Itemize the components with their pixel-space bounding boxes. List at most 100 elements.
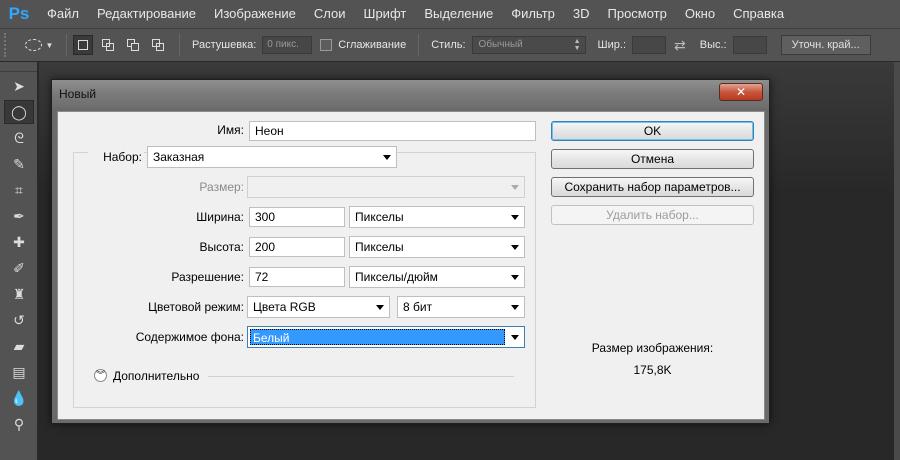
background-contents-select[interactable]: Белый xyxy=(247,326,525,348)
height-input[interactable] xyxy=(732,36,767,54)
intersect-selection-button[interactable] xyxy=(148,35,168,55)
size-label: Размер: xyxy=(199,180,244,194)
subtract-selection-icon xyxy=(127,39,139,51)
add-selection-button[interactable] xyxy=(98,35,118,55)
quick-selection-tool-icon[interactable]: ✎ xyxy=(4,152,34,176)
size-select xyxy=(247,176,525,198)
menu-help[interactable]: Справка xyxy=(724,0,793,28)
style-label: Стиль: xyxy=(431,39,466,51)
menu-file[interactable]: Файл xyxy=(38,0,88,28)
tool-preset-picker[interactable]: ▼ xyxy=(18,33,60,57)
photoshop-logo: Ps xyxy=(8,4,30,23)
menu-select[interactable]: Выделение xyxy=(415,0,502,28)
blur-tool-icon[interactable]: 💧 xyxy=(4,386,34,410)
scrollbar[interactable] xyxy=(894,62,900,460)
dodge-tool-icon[interactable]: ⚲ xyxy=(4,412,34,436)
menu-filter[interactable]: Фильтр xyxy=(502,0,564,28)
name-label: Имя: xyxy=(217,123,244,137)
height-label: Выс.: xyxy=(699,39,727,51)
eraser-tool-icon[interactable]: ▰ xyxy=(4,334,34,358)
menu-bar: Ps Файл Редактирование Изображение Слои … xyxy=(0,0,900,28)
bit-depth-select[interactable]: 8 бит xyxy=(397,296,525,318)
chevron-down-icon xyxy=(383,155,391,160)
bit-depth-value: 8 бит xyxy=(403,300,433,314)
preset-value: Заказная xyxy=(153,150,205,164)
width-input[interactable]: 300 xyxy=(249,207,345,227)
height-input[interactable]: 200 xyxy=(249,237,345,257)
cancel-button[interactable]: Отмена xyxy=(551,149,754,169)
preset-select[interactable]: Заказная xyxy=(147,146,397,168)
new-selection-icon xyxy=(78,40,88,50)
chevron-down-icon xyxy=(511,335,519,340)
lasso-tool-icon[interactable]: ᘓ xyxy=(4,126,34,150)
brush-tool-icon[interactable]: ✐ xyxy=(4,256,34,280)
chevron-down-icon: ▼ xyxy=(45,40,54,50)
crop-tool-icon[interactable]: ⌗ xyxy=(4,178,34,202)
color-mode-label: Цветовой режим: xyxy=(148,300,244,314)
advanced-label[interactable]: Дополнительно xyxy=(113,369,223,383)
menu-3d[interactable]: 3D xyxy=(564,0,599,28)
color-mode-value: Цвета RGB xyxy=(253,300,316,314)
healing-brush-tool-icon[interactable]: ✚ xyxy=(4,230,34,254)
expand-advanced-icon[interactable]: ︾ xyxy=(94,369,107,382)
clone-stamp-tool-icon[interactable]: ♜ xyxy=(4,282,34,306)
dialog-titlebar[interactable]: Новый ✕ xyxy=(52,80,769,108)
resolution-unit-select[interactable]: Пикселы/дюйм xyxy=(349,266,525,288)
chevron-down-icon xyxy=(376,305,384,310)
background-contents-value: Белый xyxy=(250,329,505,345)
eyedropper-tool-icon[interactable]: ✒ xyxy=(4,204,34,228)
add-selection-icon xyxy=(102,39,114,51)
antialias-label: Сглаживание xyxy=(338,39,407,51)
antialias-checkbox[interactable] xyxy=(320,39,333,51)
style-value: Обычный xyxy=(478,39,523,50)
separator xyxy=(179,34,180,56)
resolution-input[interactable]: 72 xyxy=(249,267,345,287)
chevron-down-icon xyxy=(511,275,519,280)
dialog-title: Новый xyxy=(59,87,97,101)
advanced-divider xyxy=(208,376,514,377)
feather-input[interactable]: 0 пикс. xyxy=(262,36,313,54)
width-input[interactable] xyxy=(632,36,667,54)
chevron-down-icon xyxy=(511,215,519,220)
options-grip[interactable] xyxy=(4,33,10,57)
options-bar: ▼ Растушевка: 0 пикс. Сглаживание Стиль:… xyxy=(0,28,900,62)
gradient-tool-icon[interactable]: ▤ xyxy=(4,360,34,384)
new-selection-button[interactable] xyxy=(73,35,93,55)
menu-window[interactable]: Окно xyxy=(676,0,724,28)
height-unit-select[interactable]: Пикселы xyxy=(349,236,525,258)
menu-view[interactable]: Просмотр xyxy=(599,0,676,28)
tools-panel: ➤ ◯ ᘓ ✎ ⌗ ✒ ✚ ✐ ♜ ↺ ▰ ▤ 💧 ⚲ xyxy=(0,62,38,460)
dialog-body: Имя: Неон Набор: Заказная Размер: Ширина… xyxy=(57,111,765,420)
tools-panel-header[interactable] xyxy=(0,62,37,72)
refine-edge-button[interactable]: Уточн. край... xyxy=(780,35,871,55)
ok-button[interactable]: OK xyxy=(551,121,754,141)
subtract-selection-button[interactable] xyxy=(123,35,143,55)
elliptical-marquee-tool-icon[interactable]: ◯ xyxy=(4,100,34,124)
width-label: Ширина: xyxy=(196,210,244,224)
image-size-label: Размер изображения: xyxy=(591,341,714,355)
updown-arrows-icon: ▲ ▼ xyxy=(573,38,581,52)
background-contents-label: Содержимое фона: xyxy=(135,330,244,344)
menu-layers[interactable]: Слои xyxy=(305,0,355,28)
history-brush-tool-icon[interactable]: ↺ xyxy=(4,308,34,332)
resolution-unit-value: Пикселы/дюйм xyxy=(355,270,438,284)
feather-label: Растушевка: xyxy=(192,39,257,51)
menu-type[interactable]: Шрифт xyxy=(355,0,416,28)
width-unit-select[interactable]: Пикселы xyxy=(349,206,525,228)
close-button[interactable]: ✕ xyxy=(719,83,763,101)
save-preset-button[interactable]: Сохранить набор параметров... xyxy=(551,177,754,197)
intersect-selection-icon xyxy=(152,39,164,51)
width-label: Шир.: xyxy=(597,39,627,51)
name-input[interactable]: Неон xyxy=(249,121,536,141)
menu-image[interactable]: Изображение xyxy=(205,0,305,28)
menu-edit[interactable]: Редактирование xyxy=(88,0,205,28)
style-select[interactable]: Обычный ▲ ▼ xyxy=(471,36,586,54)
width-unit-value: Пикселы xyxy=(355,210,404,224)
elliptical-marquee-icon xyxy=(24,39,42,51)
move-tool-icon[interactable]: ➤ xyxy=(4,74,34,98)
swap-icon[interactable]: ⇄ xyxy=(674,37,686,54)
resolution-label: Разрешение: xyxy=(171,270,244,284)
image-size-value: 175,8K xyxy=(633,363,672,377)
color-mode-select[interactable]: Цвета RGB xyxy=(247,296,390,318)
separator xyxy=(66,34,67,56)
